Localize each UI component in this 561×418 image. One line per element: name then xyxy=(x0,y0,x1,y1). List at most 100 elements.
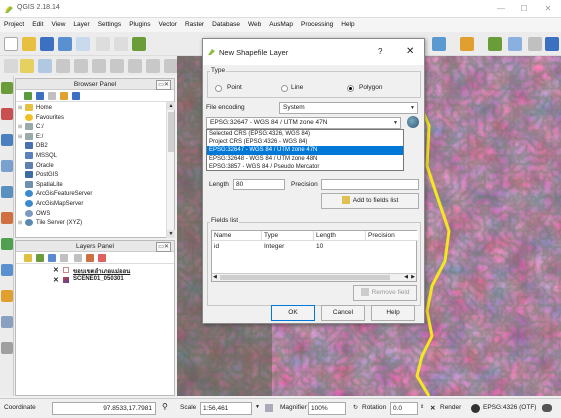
maximize-button[interactable]: ☐ xyxy=(516,3,532,15)
scroll-up-icon[interactable]: ▲ xyxy=(167,102,175,110)
scale-dropdown-icon[interactable]: ▼ xyxy=(255,404,260,410)
save-edits-icon[interactable] xyxy=(38,59,52,73)
scroll-down-icon[interactable]: ▼ xyxy=(167,230,175,238)
add-mssql-layer-icon[interactable] xyxy=(1,186,13,198)
menu-database[interactable]: Database xyxy=(208,18,244,32)
panel-float-close-icon[interactable]: ▭✕ xyxy=(156,80,171,90)
layer-visibility-checkbox[interactable]: ✕ xyxy=(53,276,59,284)
column-header-precision[interactable]: Precision xyxy=(366,231,418,241)
crs-status[interactable]: EPSG:4326 (OTF) xyxy=(483,404,536,411)
menu-project[interactable]: Project xyxy=(0,18,28,32)
filter-legend-icon[interactable] xyxy=(60,254,68,262)
browser-item-arcgis-map-server[interactable]: ArcGisMapServer xyxy=(18,199,164,210)
add-spatialite-layer-icon[interactable] xyxy=(1,160,13,172)
layer-name[interactable]: ขอบเขตอำเภอแม่ออน xyxy=(73,266,130,276)
polygon-radio[interactable] xyxy=(347,85,354,92)
scroll-right-icon[interactable]: ▶ xyxy=(411,274,415,280)
remove-layer-icon[interactable] xyxy=(98,254,106,262)
save-as-icon[interactable] xyxy=(58,37,72,51)
add-selected-layers-icon[interactable] xyxy=(24,92,32,100)
attribute-table-icon[interactable] xyxy=(508,37,522,51)
encoding-combo[interactable]: System ▼ xyxy=(279,102,418,114)
collapse-all-icon[interactable] xyxy=(86,254,94,262)
add-feature-icon[interactable] xyxy=(56,59,70,73)
menu-web[interactable]: Web xyxy=(244,18,265,32)
toggle-edit-icon[interactable] xyxy=(4,59,18,73)
browser-item-favourites[interactable]: Favourites xyxy=(18,113,164,124)
more-tools-icon[interactable] xyxy=(528,37,542,51)
menu-plugins[interactable]: Plugins xyxy=(125,18,154,32)
lock-icon[interactable] xyxy=(265,404,273,412)
scale-combo[interactable]: 1:56,461 xyxy=(200,402,252,415)
menu-ausmap[interactable]: AusMap xyxy=(265,18,297,32)
add-wcs-layer-icon[interactable] xyxy=(1,264,13,276)
browser-item-mssql[interactable]: MSSQL xyxy=(18,151,164,162)
manage-map-themes-icon[interactable] xyxy=(48,254,56,262)
crs-option[interactable]: EPSG:3857 - WGS 84 / Pseudo Mercator xyxy=(207,163,403,171)
add-raster-layer-icon[interactable] xyxy=(1,108,13,120)
pan-icon[interactable] xyxy=(96,37,110,51)
crs-globe-icon[interactable] xyxy=(471,404,480,413)
browser-scrollbar[interactable]: ▲ ▼ xyxy=(166,102,175,238)
cancel-button[interactable]: Cancel xyxy=(321,305,365,321)
new-project-icon[interactable] xyxy=(4,37,18,51)
scroll-left-icon[interactable]: ◀ xyxy=(404,274,408,280)
add-wfs-layer-icon[interactable] xyxy=(1,290,13,302)
help-button[interactable]: Help xyxy=(371,305,415,321)
crs-option[interactable]: EPSG:32648 - WGS 84 / UTM zone 48N xyxy=(207,155,403,163)
coordinate-field[interactable]: 97.8533,17.7981 xyxy=(52,402,156,415)
browser-item-home[interactable]: ⊞ Home xyxy=(18,104,164,114)
browser-item-e-drive[interactable]: ⊞ E:/ xyxy=(18,132,164,143)
browser-item-spatialite[interactable]: SpatiaLite xyxy=(18,180,164,191)
collapse-all-icon[interactable] xyxy=(60,92,68,100)
expand-icon[interactable]: ⊞ xyxy=(18,104,25,114)
line-radio[interactable] xyxy=(281,85,288,92)
column-header-length[interactable]: Length xyxy=(314,231,366,241)
browser-item-ows[interactable]: OWS xyxy=(18,209,164,220)
paste-features-icon[interactable] xyxy=(164,59,178,73)
add-vector-layer-icon[interactable] xyxy=(1,82,13,94)
add-postgis-layer-icon[interactable] xyxy=(1,134,13,146)
browser-item-db2[interactable]: DB2 xyxy=(18,142,164,152)
add-group-icon[interactable] xyxy=(36,254,44,262)
panel-float-close-icon[interactable]: ▭✕ xyxy=(156,242,171,252)
filter-icon[interactable] xyxy=(48,92,56,100)
node-tool-icon[interactable] xyxy=(92,59,106,73)
browser-item-oracle[interactable]: Oracle xyxy=(18,161,164,172)
rotation-field[interactable]: 0.0 xyxy=(390,402,418,415)
expand-icon[interactable]: ⊞ xyxy=(18,219,25,229)
layer-name[interactable]: SCENE01_050301 xyxy=(73,276,124,282)
pan-to-selection-icon[interactable] xyxy=(114,37,128,51)
ok-button[interactable]: OK xyxy=(271,305,315,321)
crs-combo[interactable]: EPSG:32647 - WGS 84 / UTM zone 47N ▼ xyxy=(206,117,401,129)
save-project-icon[interactable] xyxy=(40,37,54,51)
precision-field[interactable] xyxy=(321,179,419,190)
layer-styling-icon[interactable] xyxy=(24,254,32,262)
browser-item-postgis[interactable]: PostGIS xyxy=(18,171,164,181)
pencil-icon[interactable] xyxy=(20,59,34,73)
properties-icon[interactable] xyxy=(72,92,80,100)
python-console-icon[interactable] xyxy=(545,37,559,51)
menu-view[interactable]: View xyxy=(47,18,69,32)
length-field[interactable]: 80 xyxy=(233,179,285,190)
expand-icon[interactable]: ⊞ xyxy=(18,133,25,143)
select-features-icon[interactable] xyxy=(460,37,474,51)
add-delimited-text-icon[interactable] xyxy=(1,316,13,328)
close-window-button[interactable]: ✕ xyxy=(540,3,556,15)
layer-visibility-checkbox[interactable]: ✕ xyxy=(53,266,59,274)
render-checkbox[interactable]: ✕ xyxy=(430,404,435,412)
menu-raster[interactable]: Raster xyxy=(181,18,208,32)
identify-icon[interactable] xyxy=(432,37,446,51)
horizontal-scrollbar[interactable]: ◀ ◀ ▶ xyxy=(212,273,416,281)
crs-option[interactable]: Project CRS (EPSG:4326 - WGS 84) xyxy=(207,138,403,146)
menu-settings[interactable]: Settings xyxy=(94,18,126,32)
browser-item-c-drive[interactable]: ⊞ C:/ xyxy=(18,123,164,133)
print-composer-icon[interactable] xyxy=(76,37,90,51)
point-radio[interactable] xyxy=(215,85,222,92)
menu-vector[interactable]: Vector xyxy=(155,18,181,32)
remove-field-button[interactable]: Remove field xyxy=(353,285,417,301)
scroll-left-icon[interactable]: ◀ xyxy=(213,274,217,280)
copy-features-icon[interactable] xyxy=(146,59,160,73)
browser-item-arcgis-feature-server[interactable]: ArcGisFeatureServer xyxy=(18,190,164,200)
move-feature-icon[interactable] xyxy=(74,59,88,73)
